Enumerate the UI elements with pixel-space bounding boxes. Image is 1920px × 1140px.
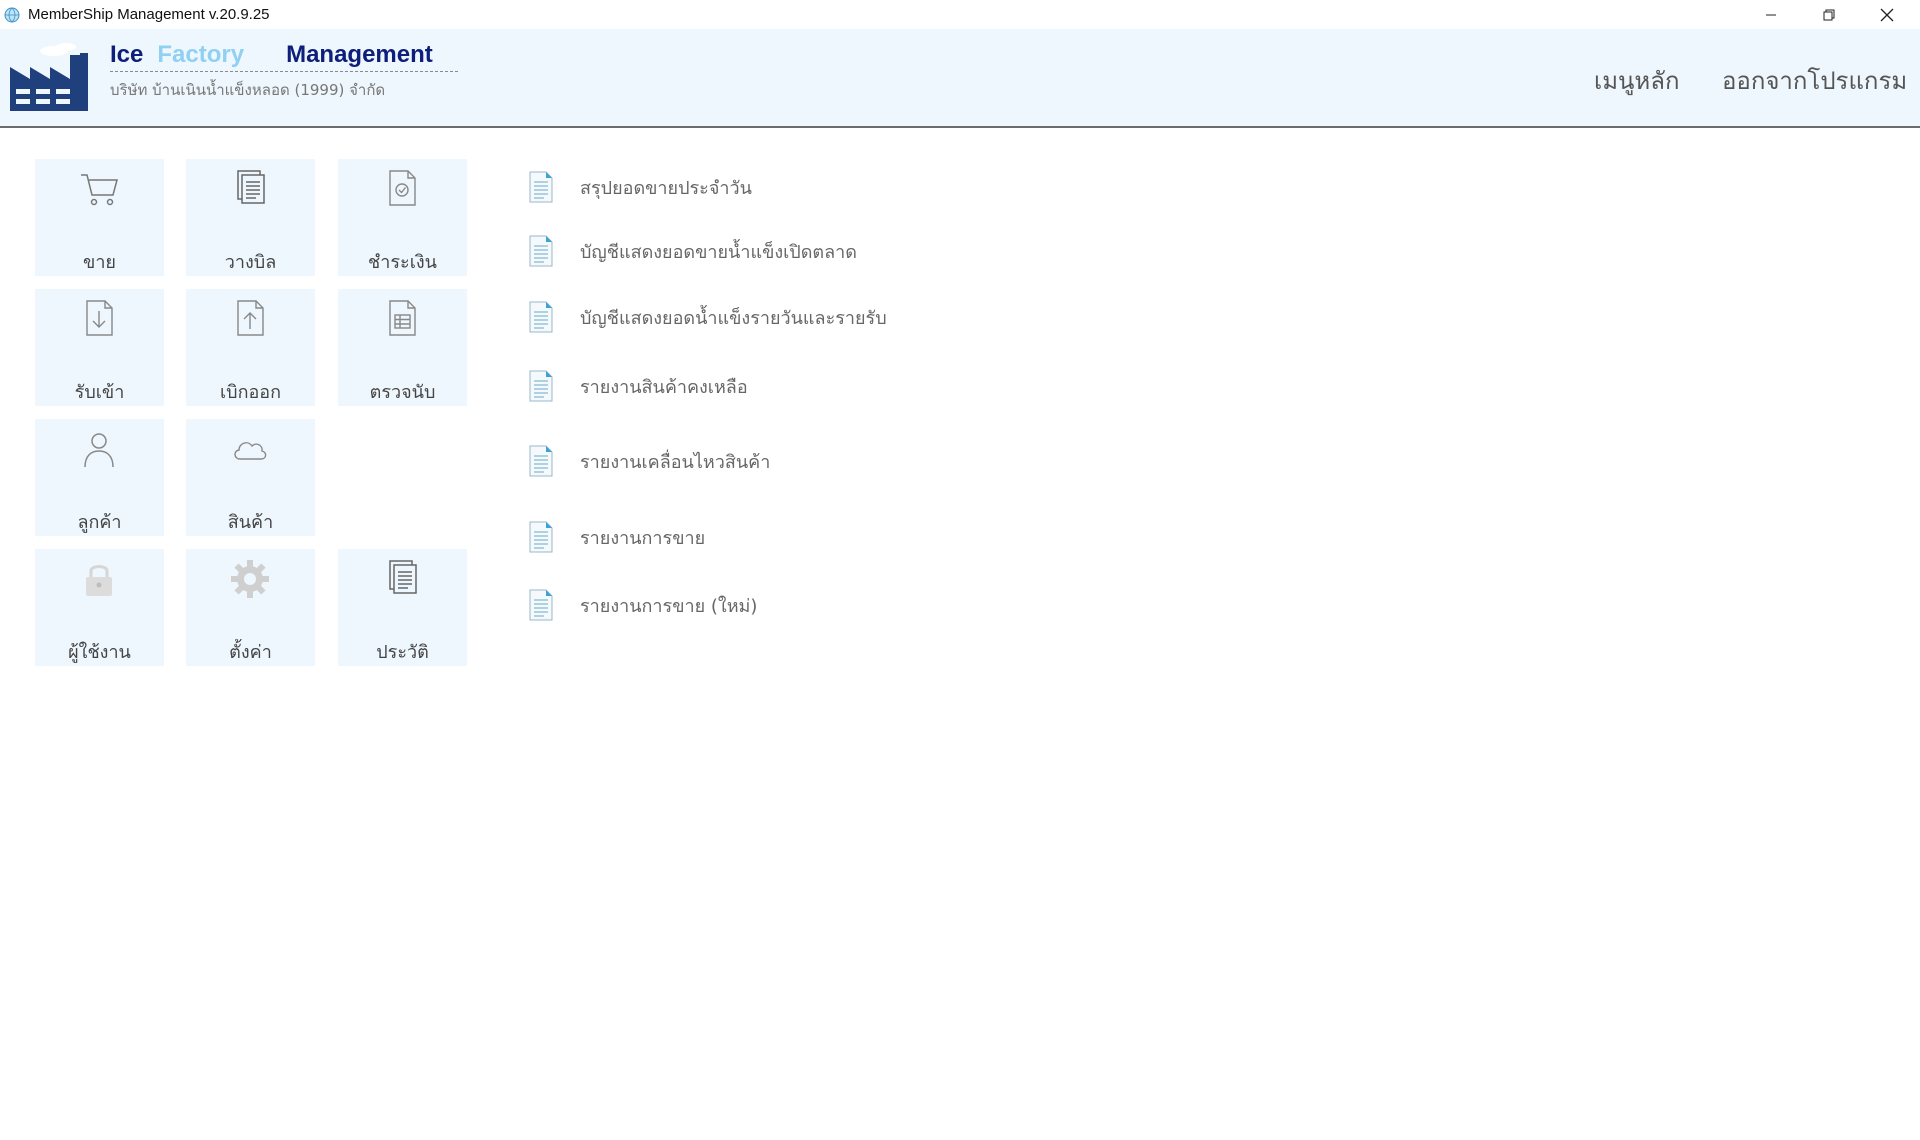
tile-product[interactable]: สินค้า bbox=[186, 419, 315, 536]
tile-customer[interactable]: ลูกค้า bbox=[35, 419, 164, 536]
brand-ice: Ice bbox=[110, 41, 144, 68]
tile-payment[interactable]: ชำระเงิน bbox=[338, 159, 467, 276]
report-label: รายงานการขาย bbox=[580, 527, 706, 549]
report-stock-movement[interactable]: รายงานเคลื่อนไหวสินค้า bbox=[528, 442, 770, 480]
restore-button[interactable] bbox=[1800, 0, 1858, 29]
report-sales[interactable]: รายงานการขาย bbox=[528, 518, 705, 556]
tile-history[interactable]: ประวัติ bbox=[338, 549, 467, 666]
factory-logo-icon bbox=[10, 43, 88, 111]
close-button[interactable] bbox=[1858, 0, 1916, 29]
report-document-icon bbox=[529, 171, 553, 203]
tile-receive[interactable]: รับเข้า bbox=[35, 289, 164, 406]
report-document-icon bbox=[529, 235, 553, 267]
tile-label: ตรวจนับ bbox=[369, 382, 436, 403]
main-menu-link[interactable]: เมนูหลัก bbox=[1594, 61, 1680, 100]
brand-factory: Factory bbox=[157, 41, 245, 68]
tile-stock-count[interactable]: ตรวจนับ bbox=[338, 289, 467, 406]
report-label: รายงานสินค้าคงเหลือ bbox=[580, 376, 748, 398]
report-label: รายงานการขาย (ใหม่) bbox=[580, 595, 758, 617]
tile-label: ลูกค้า bbox=[77, 512, 122, 533]
report-stock-balance[interactable]: รายงานสินค้าคงเหลือ bbox=[528, 367, 748, 405]
documents-icon bbox=[237, 170, 265, 204]
brand: Ice Factory Management บริษัท บ้านเนินน้… bbox=[110, 41, 460, 102]
tile-sell[interactable]: ขาย bbox=[35, 159, 164, 276]
tile-label: ประวัติ bbox=[376, 642, 429, 663]
exit-program-link[interactable]: ออกจากโปรแกรม bbox=[1722, 61, 1907, 100]
tile-withdraw[interactable]: เบิกออก bbox=[186, 289, 315, 406]
report-label: รายงานเคลื่อนไหวสินค้า bbox=[580, 451, 771, 473]
tile-settings[interactable]: ตั้งค่า bbox=[186, 549, 315, 666]
cloud-icon bbox=[234, 442, 267, 460]
tile-label: ตั้งค่า bbox=[229, 642, 272, 663]
report-sales-new[interactable]: รายงานการขาย (ใหม่) bbox=[528, 586, 757, 624]
history-documents-icon bbox=[389, 560, 417, 594]
report-daily-sales-summary[interactable]: สรุปยอดขายประจำวัน bbox=[528, 168, 752, 206]
title-bar: MemberShip Management v.20.9.25 bbox=[0, 0, 1920, 29]
lock-icon bbox=[86, 565, 112, 596]
brand-management: Management bbox=[286, 41, 433, 68]
tile-label: เบิกออก bbox=[220, 382, 281, 403]
report-label: บัญชีแสดงยอดขายน้ำแข็งเปิดตลาด bbox=[580, 241, 857, 263]
report-document-icon bbox=[529, 370, 553, 402]
report-daily-ice-income[interactable]: บัญชีแสดงยอดน้ำแข็งรายวันและรายรับ bbox=[528, 298, 887, 336]
upload-document-icon bbox=[237, 300, 264, 336]
window-title: MemberShip Management v.20.9.25 bbox=[28, 6, 270, 23]
restore-icon bbox=[1823, 9, 1835, 20]
tile-label: ขาย bbox=[83, 252, 116, 273]
report-document-icon bbox=[529, 589, 553, 621]
company-name: บริษัท บ้านเนินน้ำแข็งหลอด (1999) จำกัด bbox=[110, 81, 386, 99]
person-icon bbox=[84, 433, 114, 468]
report-market-ice-sales[interactable]: บัญชีแสดงยอดขายน้ำแข็งเปิดตลาด bbox=[528, 232, 857, 270]
report-label: สรุปยอดขายประจำวัน bbox=[580, 177, 752, 199]
tile-label: รับเข้า bbox=[74, 382, 125, 403]
report-document-icon bbox=[529, 521, 553, 553]
globe-icon bbox=[4, 7, 20, 23]
report-document-icon bbox=[529, 301, 553, 333]
cart-icon bbox=[81, 174, 118, 206]
tile-label: สินค้า bbox=[227, 512, 274, 533]
app-header: Ice Factory Management บริษัท บ้านเนินน้… bbox=[0, 29, 1920, 128]
check-document-icon bbox=[389, 170, 416, 206]
tile-label: ชำระเงิน bbox=[368, 252, 437, 273]
download-document-icon bbox=[86, 300, 113, 336]
tile-label: ผู้ใช้งาน bbox=[68, 642, 131, 663]
table-document-icon bbox=[389, 300, 416, 336]
tile-label: วางบิล bbox=[224, 252, 277, 273]
close-icon bbox=[1880, 8, 1894, 21]
minimize-icon bbox=[1766, 14, 1776, 15]
report-label: บัญชีแสดงยอดน้ำแข็งรายวันและรายรับ bbox=[580, 307, 887, 329]
gear-icon bbox=[231, 560, 269, 598]
tile-billing[interactable]: วางบิล bbox=[186, 159, 315, 276]
report-document-icon bbox=[529, 445, 553, 477]
minimize-button[interactable] bbox=[1742, 0, 1800, 29]
tile-users[interactable]: ผู้ใช้งาน bbox=[35, 549, 164, 666]
